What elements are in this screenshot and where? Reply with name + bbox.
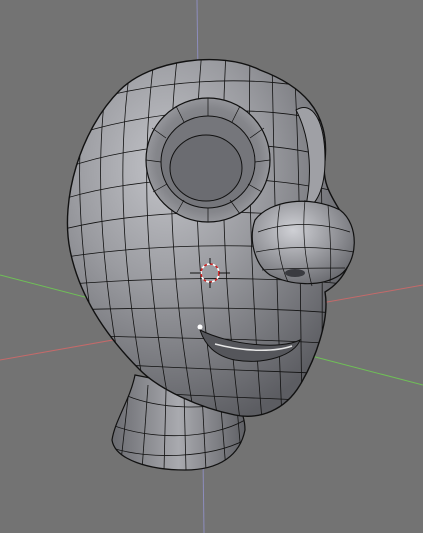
head-mesh[interactable] bbox=[60, 50, 355, 420]
nose-mesh[interactable] bbox=[251, 199, 355, 287]
eye-socket[interactable] bbox=[145, 97, 271, 223]
viewport-canvas[interactable] bbox=[0, 0, 423, 533]
3d-viewport[interactable] bbox=[0, 0, 423, 533]
selected-vertex[interactable] bbox=[197, 324, 203, 330]
nostril bbox=[285, 269, 305, 277]
